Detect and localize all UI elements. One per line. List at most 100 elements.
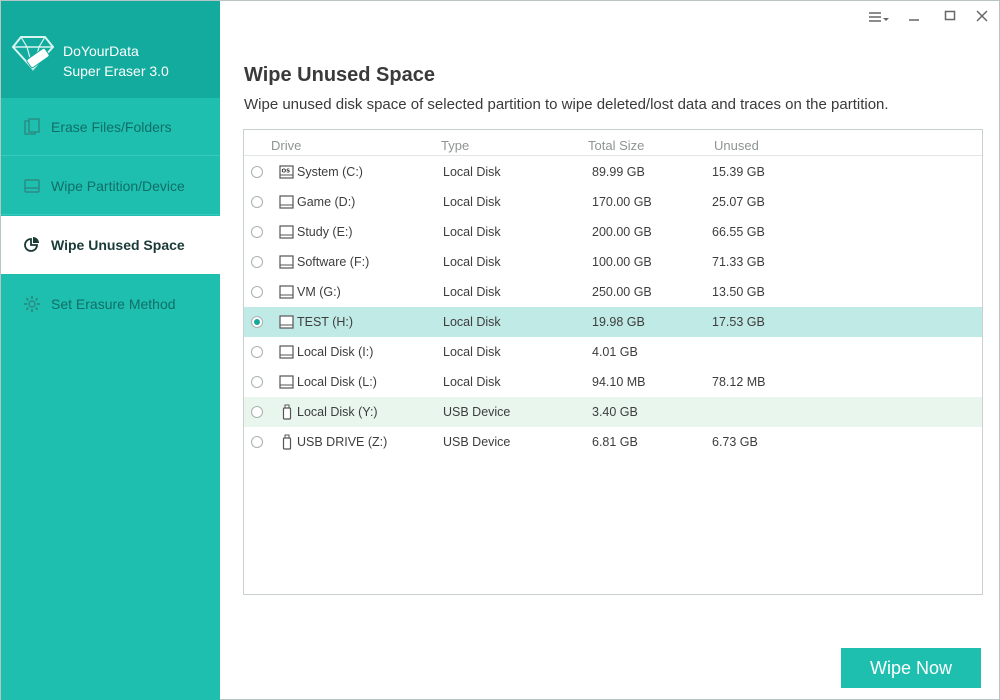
row-radio[interactable] bbox=[251, 316, 263, 328]
row-drive-name: Game (D:) bbox=[297, 195, 356, 209]
files-icon bbox=[24, 118, 40, 135]
sidebar-item-wipe-unused-space[interactable]: Wipe Unused Space bbox=[1, 216, 220, 274]
sidebar-item-wipe-partition[interactable]: Wipe Partition/Device bbox=[1, 157, 220, 215]
drive-icon bbox=[24, 179, 40, 193]
row-radio[interactable] bbox=[251, 436, 263, 448]
row-radio[interactable] bbox=[251, 346, 263, 358]
row-radio[interactable] bbox=[251, 406, 263, 418]
row-drive-name: System (C:) bbox=[297, 165, 363, 179]
row-total-size: 3.40 GB bbox=[592, 405, 638, 419]
row-drive-type: Local Disk bbox=[443, 225, 501, 239]
row-drive-type: USB Device bbox=[443, 405, 511, 419]
column-header-total-size[interactable]: Total Size bbox=[588, 138, 644, 153]
table-row[interactable]: VM (G:) Local Disk 250.00 GB 13.50 GB bbox=[244, 277, 982, 307]
row-unused-size: 25.07 GB bbox=[712, 195, 765, 209]
page-subtitle: Wipe unused disk space of selected parti… bbox=[244, 96, 889, 113]
row-total-size: 250.00 GB bbox=[592, 285, 652, 299]
row-drive-type: Local Disk bbox=[443, 255, 501, 269]
brand-line-1: DoYourData bbox=[63, 43, 139, 59]
row-radio[interactable] bbox=[251, 376, 263, 388]
sidebar-item-label: Erase Files/Folders bbox=[51, 119, 172, 135]
minimize-button[interactable] bbox=[903, 7, 929, 27]
table-row[interactable]: Study (E:) Local Disk 200.00 GB 66.55 GB bbox=[244, 217, 982, 247]
row-unused-size: 66.55 GB bbox=[712, 225, 765, 239]
row-total-size: 200.00 GB bbox=[592, 225, 652, 239]
row-drive-type: Local Disk bbox=[443, 345, 501, 359]
maximize-icon bbox=[944, 10, 956, 21]
row-radio[interactable] bbox=[251, 196, 263, 208]
brand-header: DoYourData Super Eraser 3.0 bbox=[1, 1, 220, 98]
close-icon bbox=[976, 10, 988, 22]
row-drive-name: USB DRIVE (Z:) bbox=[297, 435, 388, 449]
column-header-unused[interactable]: Unused bbox=[714, 138, 759, 153]
sidebar-item-erase-files[interactable]: Erase Files/Folders bbox=[1, 98, 220, 156]
row-drive-name: VM (G:) bbox=[297, 285, 341, 299]
row-unused-size: 15.39 GB bbox=[712, 165, 765, 179]
usb-drive-icon bbox=[282, 404, 292, 420]
row-total-size: 89.99 GB bbox=[592, 165, 645, 179]
wipe-now-button[interactable]: Wipe Now bbox=[841, 648, 981, 688]
close-button[interactable] bbox=[971, 7, 997, 27]
row-radio[interactable] bbox=[251, 226, 263, 238]
menu-icon bbox=[869, 12, 889, 22]
row-total-size: 170.00 GB bbox=[592, 195, 652, 209]
sidebar-item-label: Wipe Unused Space bbox=[51, 237, 185, 253]
column-header-drive[interactable]: Drive bbox=[271, 138, 301, 153]
sidebar-item-label: Set Erasure Method bbox=[51, 296, 176, 312]
table-row[interactable]: Software (F:) Local Disk 100.00 GB 71.33… bbox=[244, 247, 982, 277]
row-drive-type: Local Disk bbox=[443, 285, 501, 299]
row-unused-size: 17.53 GB bbox=[712, 315, 765, 329]
row-total-size: 6.81 GB bbox=[592, 435, 638, 449]
table-row[interactable]: OS System (C:) Local Disk 89.99 GB 15.39… bbox=[244, 157, 982, 187]
table-row[interactable]: Local Disk (L:) Local Disk 94.10 MB 78.1… bbox=[244, 367, 982, 397]
menu-button[interactable] bbox=[867, 7, 893, 27]
brand-line-2: Super Eraser 3.0 bbox=[63, 63, 169, 79]
hard-drive-icon bbox=[279, 225, 294, 239]
row-drive-name: Local Disk (Y:) bbox=[297, 405, 378, 419]
hard-drive-icon bbox=[279, 255, 294, 269]
maximize-button[interactable] bbox=[939, 7, 965, 27]
row-unused-size: 13.50 GB bbox=[712, 285, 765, 299]
sidebar-item-set-erasure-method[interactable]: Set Erasure Method bbox=[1, 275, 220, 333]
row-drive-type: Local Disk bbox=[443, 315, 501, 329]
row-drive-type: Local Disk bbox=[443, 165, 501, 179]
row-drive-type: Local Disk bbox=[443, 375, 501, 389]
brand-name: DoYourData Super Eraser 3.0 bbox=[63, 41, 169, 81]
usb-drive-icon bbox=[282, 434, 292, 450]
pie-chart-icon bbox=[24, 237, 39, 252]
os-drive-icon: OS bbox=[279, 165, 294, 179]
row-drive-name: TEST (H:) bbox=[297, 315, 354, 329]
column-header-type[interactable]: Type bbox=[441, 138, 469, 153]
row-drive-type: Local Disk bbox=[443, 195, 501, 209]
row-total-size: 4.01 GB bbox=[592, 345, 638, 359]
table-row[interactable]: Local Disk (I:) Local Disk 4.01 GB bbox=[244, 337, 982, 367]
svg-text:OS: OS bbox=[282, 169, 291, 175]
hard-drive-icon bbox=[279, 285, 294, 299]
row-radio[interactable] bbox=[251, 166, 263, 178]
row-drive-type: USB Device bbox=[443, 435, 511, 449]
row-total-size: 94.10 MB bbox=[592, 375, 646, 389]
row-unused-size: 71.33 GB bbox=[712, 255, 765, 269]
diamond-eraser-logo-icon bbox=[11, 36, 55, 72]
row-unused-size: 6.73 GB bbox=[712, 435, 758, 449]
row-radio[interactable] bbox=[251, 286, 263, 298]
table-row[interactable]: USB DRIVE (Z:) USB Device 6.81 GB 6.73 G… bbox=[244, 427, 982, 457]
hard-drive-icon bbox=[279, 315, 294, 329]
sidebar-item-label: Wipe Partition/Device bbox=[51, 178, 185, 194]
row-drive-name: Local Disk (L:) bbox=[297, 375, 377, 389]
drive-table: Drive Type Total Size Unused OS System (… bbox=[243, 129, 983, 595]
row-radio[interactable] bbox=[251, 256, 263, 268]
table-row[interactable]: Local Disk (Y:) USB Device 3.40 GB bbox=[244, 397, 982, 427]
table-row-selected[interactable]: TEST (H:) Local Disk 19.98 GB 17.53 GB bbox=[244, 307, 982, 337]
row-drive-name: Study (E:) bbox=[297, 225, 353, 239]
row-total-size: 100.00 GB bbox=[592, 255, 652, 269]
hard-drive-icon bbox=[279, 195, 294, 209]
table-row[interactable]: Game (D:) Local Disk 170.00 GB 25.07 GB bbox=[244, 187, 982, 217]
row-unused-size: 78.12 MB bbox=[712, 375, 766, 389]
page-title: Wipe Unused Space bbox=[244, 64, 435, 86]
row-drive-name: Software (F:) bbox=[297, 255, 370, 269]
minimize-icon bbox=[909, 19, 919, 21]
row-drive-name: Local Disk (I:) bbox=[297, 345, 374, 359]
row-total-size: 19.98 GB bbox=[592, 315, 645, 329]
gear-icon bbox=[24, 296, 40, 312]
